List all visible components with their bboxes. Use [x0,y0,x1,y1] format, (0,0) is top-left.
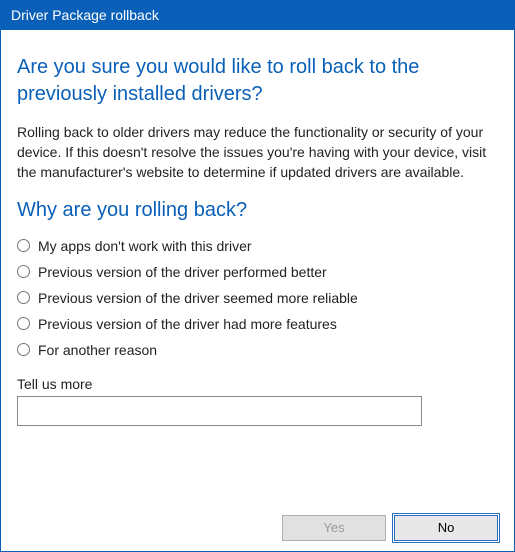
tellus-label: Tell us more [17,376,498,392]
reason-option-another[interactable]: For another reason [17,342,498,358]
yes-button: Yes [282,515,386,541]
reason-subheading: Why are you rolling back? [17,199,498,222]
reason-radio-another[interactable] [17,343,30,356]
dialog-window: Driver Package rollback Are you sure you… [0,0,515,552]
reason-options: My apps don't work with this driver Prev… [17,238,498,358]
no-button[interactable]: No [394,515,498,541]
reason-option-performed-better[interactable]: Previous version of the driver performed… [17,264,498,280]
reason-option-apps[interactable]: My apps don't work with this driver [17,238,498,254]
reason-radio-apps[interactable] [17,239,30,252]
reason-radio-more-reliable[interactable] [17,291,30,304]
reason-label: For another reason [38,342,157,358]
reason-label: Previous version of the driver had more … [38,316,337,332]
reason-label: Previous version of the driver performed… [38,264,327,280]
reason-label: My apps don't work with this driver [38,238,252,254]
titlebar: Driver Package rollback [1,1,514,30]
reason-radio-performed-better[interactable] [17,265,30,278]
confirm-heading: Are you sure you would like to roll back… [17,54,498,108]
reason-label: Previous version of the driver seemed mo… [38,290,358,306]
dialog-content: Are you sure you would like to roll back… [1,30,514,551]
button-row: Yes No [17,495,498,541]
tellus-input[interactable] [17,396,422,426]
body-text: Rolling back to older drivers may reduce… [17,122,498,183]
reason-radio-more-features[interactable] [17,317,30,330]
window-title: Driver Package rollback [11,7,159,23]
reason-option-more-reliable[interactable]: Previous version of the driver seemed mo… [17,290,498,306]
reason-option-more-features[interactable]: Previous version of the driver had more … [17,316,498,332]
